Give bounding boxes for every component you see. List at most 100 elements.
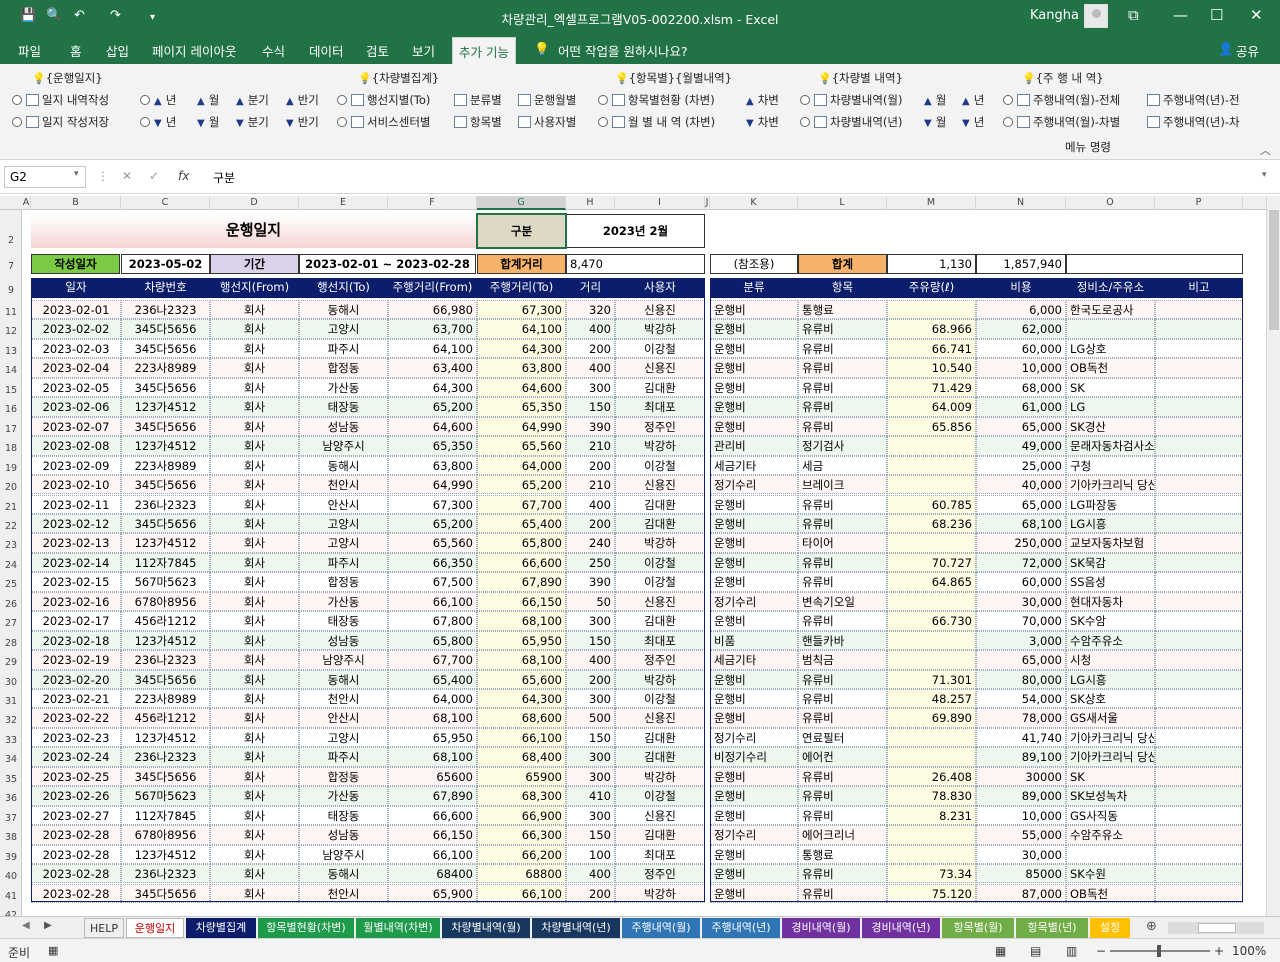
tab-file[interactable]: 파일 <box>18 41 41 60</box>
table-cell[interactable]: 시청 <box>1066 650 1155 670</box>
row-header[interactable]: 29 <box>0 657 22 668</box>
table-cell[interactable]: 66,200 <box>477 844 566 865</box>
table-cell[interactable]: 75.120 <box>887 883 976 903</box>
column-header[interactable]: E <box>299 196 388 210</box>
row-header[interactable]: 9 <box>0 285 22 296</box>
table-cell[interactable]: LG시흥 <box>1066 669 1155 689</box>
table-cell[interactable]: 핸들카바 <box>798 630 887 651</box>
page-break-view-icon[interactable]: ▥ <box>1066 944 1077 958</box>
table-cell[interactable] <box>887 650 976 670</box>
table-cell[interactable]: 유류비 <box>798 494 887 514</box>
table-cell[interactable]: 회사 <box>210 377 299 398</box>
column-header[interactable]: C <box>121 196 210 210</box>
table-cell[interactable]: 2023-02-06 <box>31 397 121 417</box>
table-cell[interactable]: 2023-02-10 <box>31 475 121 495</box>
table-cell[interactable]: 65,000 <box>976 650 1066 670</box>
note-cell[interactable] <box>1155 727 1243 748</box>
table-cell[interactable]: 고양시 <box>299 727 388 748</box>
table-cell[interactable]: 123가4512 <box>121 727 210 748</box>
close-button[interactable]: ✕ <box>1250 6 1263 24</box>
table-cell[interactable]: 112자7845 <box>121 805 210 826</box>
note-cell[interactable] <box>1155 416 1243 437</box>
table-cell[interactable]: 운행비 <box>710 786 798 806</box>
radio-icon[interactable] <box>800 117 810 127</box>
table-cell[interactable]: 한국도로공사 <box>1066 300 1155 320</box>
table-cell[interactable]: 200 <box>566 669 615 689</box>
row-header[interactable]: 25 <box>0 579 22 590</box>
sheet-tab[interactable]: 항목별현황(차변) <box>258 918 354 938</box>
sheet-tab[interactable]: 주행내역(월) <box>622 918 700 938</box>
table-cell[interactable]: 안산시 <box>299 708 388 728</box>
tab-view[interactable]: 보기 <box>412 41 435 60</box>
table-cell[interactable]: 67,800 <box>388 611 477 631</box>
column-title[interactable]: 비용 <box>976 278 1066 298</box>
table-cell[interactable]: 신용진 <box>615 475 705 495</box>
column-header[interactable]: F <box>388 196 477 210</box>
table-cell[interactable]: 교보자동차보험 <box>1066 533 1155 553</box>
table-cell[interactable]: 세금기타 <box>710 455 798 476</box>
table-cell[interactable]: OB독천 <box>1066 358 1155 378</box>
table-cell[interactable]: 345다5656 <box>121 669 210 689</box>
table-cell[interactable]: 이강철 <box>615 786 705 806</box>
tab-add-ins[interactable]: 추가 기능 <box>452 37 516 64</box>
share-button[interactable]: 공유 <box>1236 41 1259 60</box>
table-cell[interactable]: 64.009 <box>887 397 976 417</box>
table-cell[interactable]: 회사 <box>210 338 299 359</box>
table-cell[interactable]: 100 <box>566 844 615 865</box>
ribbon-command-0-13[interactable]: 주행내역(월)-전체 <box>1003 92 1120 108</box>
table-cell[interactable]: 유류비 <box>798 669 887 689</box>
enter-icon[interactable]: ✓ <box>149 169 159 183</box>
table-cell[interactable]: 이강철 <box>615 455 705 476</box>
table-cell[interactable]: 정기검사 <box>798 436 887 456</box>
zoom-in-icon[interactable]: + <box>1214 944 1224 958</box>
table-cell[interactable]: SK경산 <box>1066 416 1155 437</box>
column-title[interactable]: 차량번호 <box>121 278 210 298</box>
table-cell[interactable]: 운행비 <box>710 416 798 437</box>
table-cell[interactable]: 유류비 <box>798 358 887 378</box>
table-cell[interactable]: 회사 <box>210 300 299 320</box>
table-cell[interactable]: 2023-02-28 <box>31 864 121 884</box>
table-cell[interactable]: 유류비 <box>798 766 887 787</box>
table-cell[interactable]: 123가4512 <box>121 630 210 651</box>
sheet-tab[interactable]: 차량별집계 <box>186 918 256 938</box>
table-cell[interactable]: 이강철 <box>615 689 705 709</box>
table-cell[interactable]: 회사 <box>210 747 299 767</box>
table-cell[interactable]: 정주인 <box>615 650 705 670</box>
table-cell[interactable]: SK수암 <box>1066 611 1155 631</box>
gubun-cell[interactable]: 구분 <box>477 214 566 248</box>
ribbon-command-1-7[interactable]: 사용자별 <box>518 114 576 130</box>
table-cell[interactable]: 236나2323 <box>121 747 210 767</box>
normal-view-icon[interactable]: ▦ <box>995 944 1006 958</box>
tab-page-layout[interactable]: 페이지 레이아웃 <box>152 41 236 60</box>
horizontal-scrollbar[interactable] <box>1168 922 1264 934</box>
table-cell[interactable]: 김대환 <box>615 494 705 514</box>
table-cell[interactable]: 223사8989 <box>121 455 210 476</box>
sum-distance-cell[interactable]: 8,470 <box>566 254 705 274</box>
table-cell[interactable]: 운행비 <box>710 533 798 553</box>
table-cell[interactable]: 66,350 <box>388 552 477 573</box>
row-header[interactable]: 23 <box>0 540 22 551</box>
row-header[interactable]: 38 <box>0 832 22 843</box>
table-cell[interactable]: 가산동 <box>299 591 388 612</box>
table-cell[interactable]: 비정기수리 <box>710 747 798 767</box>
table-cell[interactable]: 123가4512 <box>121 436 210 456</box>
table-cell[interactable]: 2023-02-08 <box>31 436 121 456</box>
formula-input[interactable]: 구분 <box>205 166 1275 188</box>
radio-icon[interactable] <box>140 117 150 127</box>
column-title[interactable]: 정비소/주유소 <box>1066 278 1155 298</box>
table-cell[interactable]: 신용진 <box>615 805 705 826</box>
table-cell[interactable]: 67,700 <box>388 650 477 670</box>
table-cell[interactable]: 200 <box>566 338 615 359</box>
table-cell[interactable]: 10,000 <box>976 805 1066 826</box>
table-cell[interactable]: 150 <box>566 825 615 845</box>
table-cell[interactable]: 남양주시 <box>299 650 388 670</box>
table-cell[interactable]: 통행료 <box>798 300 887 320</box>
table-cell[interactable]: 65,900 <box>388 883 477 903</box>
sum-distance-label[interactable]: 합계거리 <box>477 254 566 274</box>
radio-icon[interactable] <box>800 95 810 105</box>
table-cell[interactable]: 67,300 <box>388 494 477 514</box>
table-cell[interactable]: 89,000 <box>976 786 1066 806</box>
table-cell[interactable]: 65,800 <box>388 630 477 651</box>
table-cell[interactable]: 345다5656 <box>121 766 210 787</box>
table-cell[interactable] <box>887 436 976 456</box>
